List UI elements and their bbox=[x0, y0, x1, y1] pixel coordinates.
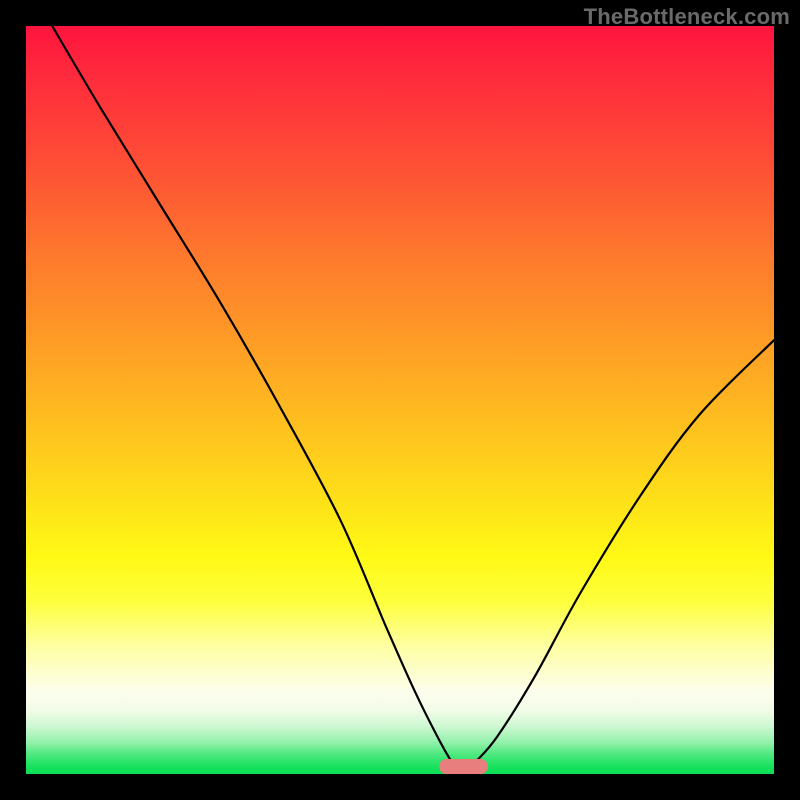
plot-area bbox=[26, 26, 774, 774]
chart-frame: TheBottleneck.com bbox=[0, 0, 800, 800]
watermark-text: TheBottleneck.com bbox=[584, 4, 790, 30]
bottleneck-curve bbox=[26, 26, 774, 774]
minimum-marker bbox=[439, 759, 488, 774]
